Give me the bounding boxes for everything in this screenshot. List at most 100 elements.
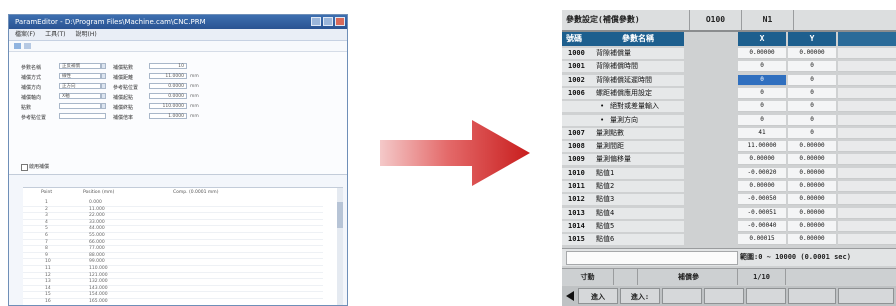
menu-tools[interactable]: 工具(T) bbox=[45, 29, 65, 40]
param-value-y[interactable]: 0 bbox=[788, 114, 836, 126]
softkey-5[interactable] bbox=[746, 288, 786, 304]
open-icon[interactable] bbox=[14, 43, 21, 49]
chevron-down-icon[interactable] bbox=[101, 63, 106, 69]
grid-cell-position[interactable]: 44.000 bbox=[89, 226, 105, 231]
chevron-down-icon[interactable] bbox=[101, 73, 106, 79]
grid-cell-position[interactable]: 143.000 bbox=[89, 286, 108, 291]
grid-cell-position[interactable]: 121.000 bbox=[89, 273, 108, 278]
chevron-down-icon[interactable] bbox=[101, 103, 106, 109]
ref-point-field[interactable] bbox=[59, 113, 106, 119]
cnc-param-row[interactable]: 1002 背隙補償延遲時間 0 0 bbox=[562, 74, 896, 86]
grid-cell-point[interactable]: 13 bbox=[45, 279, 51, 284]
softkey-3[interactable] bbox=[662, 288, 702, 304]
grid-cell-point[interactable]: 4 bbox=[45, 220, 48, 225]
param-value-x[interactable]: -0.00050 bbox=[738, 194, 786, 206]
cnc-param-row[interactable]: 1008 量測間距 11.00000 0.00000 bbox=[562, 141, 896, 153]
softkey-enter[interactable]: 進入 bbox=[578, 288, 618, 304]
param-value-y[interactable]: 0 bbox=[788, 101, 836, 113]
comp-direction-select[interactable]: 正方向 bbox=[59, 83, 101, 89]
ref-position-field[interactable]: 0.0000 bbox=[149, 83, 187, 89]
param-value-y[interactable]: 0.00000 bbox=[788, 220, 836, 232]
grid-cell-position[interactable]: 77.000 bbox=[89, 246, 105, 251]
comp-end-field[interactable]: 110.0000 bbox=[149, 103, 187, 109]
grid-cell-point[interactable]: 3 bbox=[45, 213, 48, 218]
param-value-x[interactable]: 0 bbox=[738, 114, 786, 126]
cnc-param-row[interactable]: • 量測方向 0 0 bbox=[562, 114, 896, 126]
back-icon[interactable] bbox=[566, 291, 574, 301]
grid-cell-position[interactable]: 66.000 bbox=[89, 240, 105, 245]
cnc-param-row[interactable]: 1006 螺距補償應用設定 0 0 bbox=[562, 87, 896, 99]
param-value-x[interactable]: 0.00000 bbox=[738, 154, 786, 166]
cnc-param-row[interactable]: 1001 背隙補償時間 0 0 bbox=[562, 61, 896, 73]
grid-cell-point[interactable]: 16 bbox=[45, 299, 51, 304]
grid-cell-position[interactable]: 11.000 bbox=[89, 207, 105, 212]
grid-cell-point[interactable]: 6 bbox=[45, 233, 48, 238]
grid-scrollbar-thumb[interactable] bbox=[337, 202, 343, 228]
grid-cell-position[interactable]: 33.000 bbox=[89, 220, 105, 225]
minimize-button[interactable] bbox=[311, 17, 321, 26]
param-value-x[interactable]: 0.00000 bbox=[738, 181, 786, 192]
comp-axis-select[interactable]: X軸 bbox=[59, 93, 101, 99]
param-name-select[interactable]: 正反補償 bbox=[59, 63, 101, 69]
param-value-x[interactable]: -0.00020 bbox=[738, 167, 786, 179]
cnc-param-row[interactable]: 1014 點值5 -0.00040 0.00000 bbox=[562, 220, 896, 232]
param-value-y[interactable]: 0.00000 bbox=[788, 194, 836, 206]
cnc-param-row[interactable]: 1015 點值6 0.00015 0.00000 bbox=[562, 234, 896, 246]
softkey-7[interactable] bbox=[838, 288, 894, 304]
grid-cell-point[interactable]: 14 bbox=[45, 286, 51, 291]
grid-cell-point[interactable]: 9 bbox=[45, 253, 48, 258]
grid-cell-position[interactable]: 110.000 bbox=[89, 266, 108, 271]
comp-method-select[interactable]: 線性 bbox=[59, 73, 101, 79]
cnc-param-row[interactable]: 1009 量測偏移量 0.00000 0.00000 bbox=[562, 154, 896, 166]
cnc-input-field[interactable] bbox=[566, 251, 738, 265]
param-value-y[interactable]: 0.00000 bbox=[788, 167, 836, 179]
param-value-y[interactable]: 0 bbox=[788, 87, 836, 99]
grid-cell-position[interactable]: 55.000 bbox=[89, 233, 105, 238]
softkey-enter-2[interactable]: 進入: bbox=[620, 288, 660, 304]
param-value-y[interactable]: 0.00000 bbox=[788, 48, 836, 59]
param-value-y[interactable]: 0.00000 bbox=[788, 234, 836, 246]
param-value-y[interactable]: 0 bbox=[788, 127, 836, 139]
chevron-down-icon[interactable] bbox=[101, 93, 106, 99]
param-value-x[interactable]: 0 bbox=[738, 74, 786, 86]
grid-cell-position[interactable]: 88.000 bbox=[89, 253, 105, 258]
grid-cell-point[interactable]: 10 bbox=[45, 259, 51, 264]
enable-comp-checkbox[interactable] bbox=[21, 164, 28, 171]
param-value-x[interactable]: 0 bbox=[738, 101, 786, 113]
grid-cell-point[interactable]: 11 bbox=[45, 266, 51, 271]
cnc-param-row[interactable]: 1007 量測點數 41 0 bbox=[562, 127, 896, 139]
softkey-4[interactable] bbox=[704, 288, 744, 304]
param-value-y[interactable]: 0.00000 bbox=[788, 141, 836, 153]
grid-cell-point[interactable]: 12 bbox=[45, 273, 51, 278]
param-value-x[interactable]: 0 bbox=[738, 61, 786, 73]
grid-cell-point[interactable]: 15 bbox=[45, 292, 51, 297]
comp-ratio-field[interactable]: 1.0000 bbox=[149, 113, 187, 119]
cnc-param-row[interactable]: 1011 點值2 0.00000 0.00000 bbox=[562, 181, 896, 192]
menu-help[interactable]: 說明(H) bbox=[76, 29, 97, 40]
param-value-x[interactable]: 0.00015 bbox=[738, 234, 786, 246]
param-value-x[interactable]: -0.00040 bbox=[738, 220, 786, 232]
param-value-y[interactable]: 0.00000 bbox=[788, 181, 836, 192]
grid-cell-point[interactable]: 2 bbox=[45, 207, 48, 212]
grid-cell-point[interactable]: 8 bbox=[45, 246, 48, 251]
grid-cell-point[interactable]: 5 bbox=[45, 226, 48, 231]
chevron-down-icon[interactable] bbox=[101, 83, 106, 89]
param-value-y[interactable]: 0 bbox=[788, 74, 836, 86]
maximize-button[interactable] bbox=[323, 17, 333, 26]
grid-cell-position[interactable]: 165.000 bbox=[89, 299, 108, 304]
comp-start-field[interactable]: 0.0000 bbox=[149, 93, 187, 99]
param-value-x[interactable]: 0 bbox=[738, 87, 786, 99]
grid-cell-point[interactable]: 1 bbox=[45, 200, 48, 205]
cnc-param-row[interactable]: 1000 背隙補償量 0.00000 0.00000 bbox=[562, 48, 896, 59]
param-value-y[interactable]: 0.00000 bbox=[788, 154, 836, 166]
menu-file[interactable]: 檔案(F) bbox=[15, 29, 35, 40]
comp-points-field[interactable]: 10 bbox=[149, 63, 187, 69]
grid-cell-position[interactable]: 0.000 bbox=[89, 200, 102, 205]
grid-cell-position[interactable]: 132.000 bbox=[89, 279, 108, 284]
points-field[interactable] bbox=[59, 103, 101, 109]
close-button[interactable] bbox=[335, 17, 345, 26]
cnc-param-row[interactable]: 1012 點值3 -0.00050 0.00000 bbox=[562, 194, 896, 206]
param-value-y[interactable]: 0 bbox=[788, 61, 836, 73]
cnc-param-row[interactable]: 1013 點值4 -0.00051 0.00000 bbox=[562, 207, 896, 219]
cnc-param-row[interactable]: • 絕對或差量輸入 0 0 bbox=[562, 101, 896, 113]
